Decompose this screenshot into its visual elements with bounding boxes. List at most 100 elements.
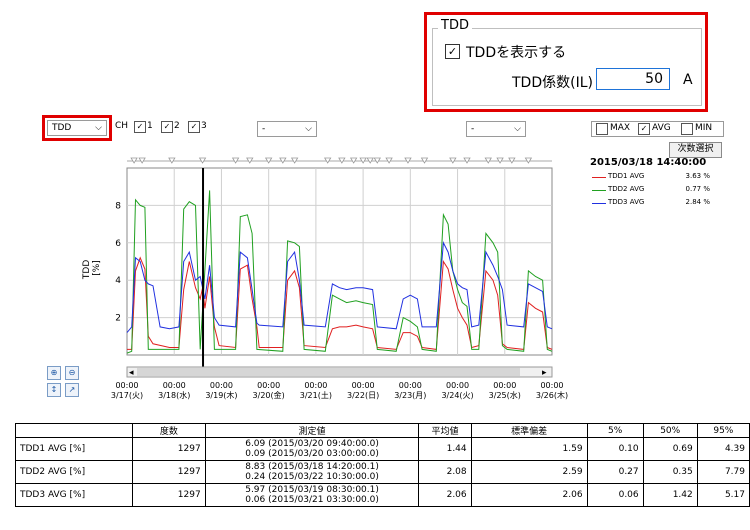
- legend-swatch-tdd2: [592, 190, 606, 191]
- channel-3-label: 3: [201, 121, 207, 131]
- legend-name-tdd3: TDD3 AVG: [608, 198, 645, 206]
- y-tick-label: 6: [115, 239, 121, 249]
- chevron-down-icon: ⌵: [305, 124, 312, 134]
- row-count: 1297: [132, 437, 206, 461]
- header-cell-count: 度数: [132, 423, 206, 438]
- row-measured-max: 5.97 (2015/03/19 08:30:00.1): [245, 485, 379, 495]
- tdd-show-checkbox[interactable]: ✓: [445, 44, 460, 59]
- x-tick-time: 00:00: [210, 381, 233, 390]
- scroll-right-icon[interactable]: ▸: [542, 368, 547, 378]
- row-measured-min: 0.06 (2015/03/21 03:30:00.0): [245, 495, 379, 505]
- row-name: TDD2 AVG [%]: [14, 460, 134, 484]
- harmonic-select-2[interactable]: - ⌵: [466, 121, 526, 137]
- row-count: 1297: [132, 460, 206, 484]
- row-measured: 8.83 (2015/03/18 14:20:00.1) 0.24 (2015/0…: [204, 460, 420, 484]
- row-measured-min: 0.09 (2015/03/20 03:00:00.0): [245, 449, 379, 459]
- row-measured: 5.97 (2015/03/19 08:30:00.1) 0.06 (2015/0…: [204, 483, 420, 507]
- x-axis-ticks: 00:003/17(火)00:003/18(水)00:003/19(木)00:0…: [111, 381, 568, 400]
- tdd-settings-group: [432, 28, 702, 106]
- x-tick-date: 3/24(火): [441, 391, 473, 400]
- statistics-table: 度数 測定値 平均値 標準偏差 5% 50% 95% TDD1 AVG [%] …: [14, 423, 750, 507]
- row-count: 1297: [132, 483, 206, 507]
- chevron-down-icon: ⌵: [514, 124, 521, 134]
- x-tick-date: 3/22(日): [347, 391, 379, 400]
- channel-1-checkbox[interactable]: ✓: [134, 121, 146, 133]
- x-tick-date: 3/23(月): [394, 391, 426, 400]
- order-select-button[interactable]: 次数選択: [669, 142, 722, 158]
- header-cell-p50: 50%: [642, 423, 698, 438]
- row-measured-min: 0.24 (2015/03/22 10:30:00.0): [245, 472, 379, 482]
- tdd-coef-input[interactable]: 50: [596, 68, 670, 90]
- min-checkbox[interactable]: [681, 123, 693, 135]
- tdd-trend-chart[interactable]: 2468 TDD [%] ◂ ▸ 00:003/17(火)00:003/18(水…: [0, 150, 575, 405]
- header-cell-p5: 5%: [586, 423, 644, 438]
- y-axis-ticks: 2 4 6 8: [115, 201, 121, 323]
- mode-select-value: TDD: [52, 123, 72, 133]
- x-tick-date: 3/19(木): [205, 390, 237, 400]
- x-tick-time: 00:00: [115, 381, 138, 390]
- row-p95: 7.79: [696, 460, 750, 484]
- y-tick-label: 8: [115, 201, 121, 211]
- max-label: MAX: [610, 123, 631, 133]
- x-tick-date: 3/18(水): [158, 390, 190, 400]
- cursor-time: 2015/03/18 14:40:00: [590, 157, 707, 168]
- tdd-coef-unit: A: [683, 72, 693, 88]
- harmonic-select-1[interactable]: - ⌵: [257, 121, 317, 137]
- zoom-in-icon[interactable]: ⊕: [47, 366, 61, 380]
- header-cell-measured: 測定値: [204, 423, 420, 438]
- header-cell-average: 平均値: [418, 423, 472, 438]
- legend-name-tdd2: TDD2 AVG: [608, 185, 645, 193]
- scrollbar-thumb[interactable]: [137, 368, 520, 376]
- row-p5: 0.10: [586, 437, 644, 461]
- fit-all-icon[interactable]: ↗: [65, 383, 79, 397]
- row-average: 1.44: [418, 437, 472, 461]
- x-tick-time: 00:00: [257, 381, 280, 390]
- y-axis-label-line2: [%]: [92, 260, 102, 276]
- row-name: TDD3 AVG [%]: [14, 483, 134, 507]
- row-average: 2.06: [418, 483, 472, 507]
- x-tick-time: 00:00: [540, 381, 563, 390]
- x-tick-date: 3/21(土): [300, 390, 332, 400]
- row-p95: 4.39: [696, 437, 750, 461]
- row-measured-max: 8.83 (2015/03/18 14:20:00.1): [245, 462, 379, 472]
- tdd-group-title: TDD: [438, 18, 472, 33]
- tdd-coef-label: TDD係数(IL): [512, 75, 593, 91]
- row-stdev: 2.06: [470, 483, 588, 507]
- harmonic-select-2-value: -: [471, 124, 475, 134]
- row-p95: 5.17: [696, 483, 750, 507]
- scroll-left-icon[interactable]: ◂: [129, 368, 134, 378]
- x-tick-date: 3/25(水): [489, 390, 521, 400]
- row-stdev: 1.59: [470, 437, 588, 461]
- avg-checkbox[interactable]: ✓: [638, 123, 650, 135]
- row-measured-max: 6.09 (2015/03/20 09:40:00.0): [245, 439, 379, 449]
- legend-value-tdd1: 3.63 %: [685, 172, 710, 180]
- row-average: 2.08: [418, 460, 472, 484]
- zoom-out-icon[interactable]: ⊖: [65, 366, 79, 380]
- y-axis-label-line1: TDD: [82, 260, 92, 280]
- channel-1-label: 1: [147, 121, 153, 131]
- legend-swatch-tdd3: [592, 203, 606, 204]
- x-tick-time: 00:00: [399, 381, 422, 390]
- mode-select[interactable]: TDD ⌵: [47, 120, 107, 136]
- row-stdev: 2.59: [470, 460, 588, 484]
- header-cell-p95: 95%: [696, 423, 750, 438]
- legend-value-tdd3: 2.84 %: [685, 198, 710, 206]
- channel-2-checkbox[interactable]: ✓: [161, 121, 173, 133]
- channel-label: CH: [115, 121, 129, 131]
- y-axis-label: TDD [%]: [82, 257, 102, 280]
- channel-3-checkbox[interactable]: ✓: [188, 121, 200, 133]
- avg-label: AVG: [652, 123, 671, 133]
- x-tick-time: 00:00: [163, 381, 186, 390]
- row-p50: 0.35: [642, 460, 698, 484]
- chevron-down-icon: ⌵: [95, 123, 102, 133]
- row-name: TDD1 AVG [%]: [14, 437, 134, 461]
- legend-swatch-tdd1: [592, 177, 606, 178]
- max-checkbox[interactable]: [596, 123, 608, 135]
- fit-vertical-icon[interactable]: ↕: [47, 383, 61, 397]
- table-row: TDD2 AVG [%] 1297 8.83 (2015/03/18 14:20…: [14, 460, 750, 484]
- x-tick-time: 00:00: [446, 381, 469, 390]
- harmonic-select-1-value: -: [262, 124, 266, 134]
- tdd-show-label: TDDを表示する: [466, 45, 567, 61]
- row-p5: 0.06: [586, 483, 644, 507]
- table-row: TDD3 AVG [%] 1297 5.97 (2015/03/19 08:30…: [14, 483, 750, 507]
